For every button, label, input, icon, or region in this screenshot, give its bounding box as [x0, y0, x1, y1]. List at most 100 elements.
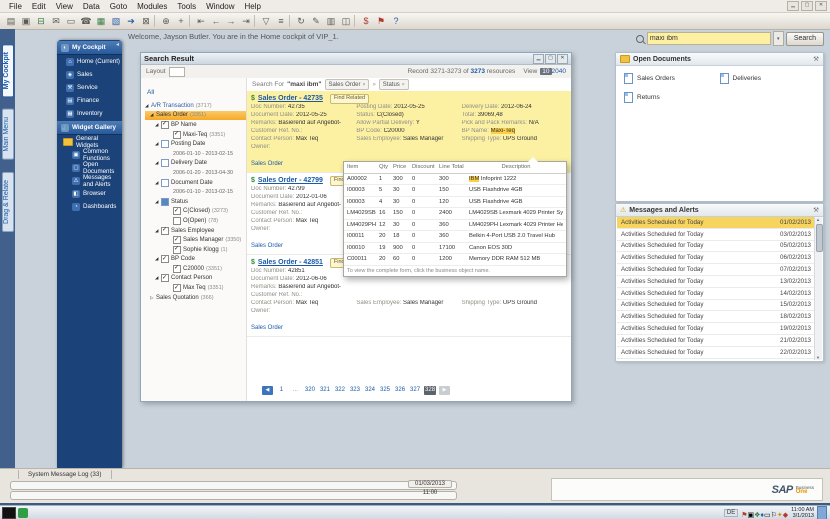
sidebar-item-finance[interactable]: ▤ Finance	[57, 94, 122, 107]
export-icon[interactable]: ⊟	[34, 15, 48, 28]
open-documents-header[interactable]: Open Documents ⚒	[616, 53, 823, 66]
add-icon[interactable]: +	[174, 15, 188, 28]
tree-row[interactable]: C(Closed) (3273)	[145, 207, 246, 217]
side-tab[interactable]: Main Menu	[1, 109, 14, 160]
search-input[interactable]	[646, 32, 771, 45]
alert-row[interactable]: Activities Scheduled for Today 01/02/201…	[617, 217, 815, 229]
journal-icon[interactable]: ▥	[324, 15, 338, 28]
popup-item-row[interactable]: I00003 5 30 0 150 USB Flashdrive 4GB	[344, 185, 566, 197]
search-dropdown-icon[interactable]: ▾	[772, 31, 784, 46]
sales-order-type-link[interactable]: Sales Order	[251, 161, 283, 167]
sidebar-item-common-functions[interactable]: ▣ Common Functions	[57, 148, 122, 162]
payment-icon[interactable]: $	[359, 15, 373, 28]
alert-row[interactable]: Activities Scheduled for Today 18/02/201…	[617, 311, 815, 324]
view-option[interactable]: 40	[559, 68, 566, 75]
alert-row[interactable]: Activities Scheduled for Today 06/02/201…	[617, 252, 815, 265]
tree-row[interactable]: Status	[145, 197, 246, 207]
popup-item-row[interactable]: LM4029PH 12 30 0 360 LM4029PH Lexmark 40…	[344, 220, 566, 231]
separator[interactable]	[254, 15, 258, 27]
chip-close-icon[interactable]: ×	[363, 82, 366, 88]
tray-alert-icon[interactable]: ◆	[783, 512, 788, 519]
tree-checkbox[interactable]	[173, 130, 181, 139]
split-view-icon[interactable]: ◫	[339, 15, 353, 28]
fax-icon[interactable]: ☎	[79, 15, 93, 28]
layout-toggle[interactable]	[168, 66, 185, 77]
close-icon[interactable]: ✕	[557, 53, 568, 64]
tree-checkbox[interactable]	[161, 226, 169, 235]
page-button[interactable]: 320	[304, 386, 316, 395]
menu-item[interactable]: Edit	[27, 2, 51, 11]
sidebar-item-inventory[interactable]: ▦ Inventory	[57, 107, 122, 120]
tree-row[interactable]: Contact Person	[145, 274, 246, 284]
side-tab[interactable]: Drag & Relate	[1, 171, 14, 232]
sales-order-type-link[interactable]: Sales Order	[251, 325, 283, 331]
sidebar-item-sales[interactable]: ◈ Sales	[57, 68, 122, 81]
launch-application-icon[interactable]: ➔	[124, 15, 138, 28]
email-icon[interactable]: ✉	[49, 15, 63, 28]
sales-order-link[interactable]: Sales Order - 42851	[258, 259, 323, 266]
separator[interactable]	[189, 15, 193, 27]
tree-row[interactable]: Maxi-Teq (3351)	[145, 130, 246, 140]
page-button[interactable]: 322	[334, 386, 346, 395]
side-tab[interactable]: My Cockpit	[1, 44, 14, 98]
page-button[interactable]: 328	[424, 386, 437, 395]
sidebar-collapse-icon[interactable]: ◂	[116, 41, 119, 48]
tree-row[interactable]: Sales Quotation (366)	[145, 293, 246, 303]
menu-item[interactable]: Goto	[105, 2, 132, 11]
sidebar-item-browser[interactable]: ◧ Browser	[57, 187, 122, 200]
view-option[interactable]: 10	[540, 68, 552, 75]
sidebar-item-home[interactable]: ⌂ Home (Current)	[57, 55, 122, 68]
tree-row[interactable]: 2006-01-10 - 2013-02-15	[145, 187, 246, 197]
tree-checkbox[interactable]	[173, 216, 181, 225]
menu-item[interactable]: Help	[240, 2, 266, 11]
scroll-up-icon[interactable]: ▲	[815, 217, 821, 222]
alert-row[interactable]: Activities Scheduled for Today 05/02/201…	[617, 241, 815, 253]
page-button[interactable]: 321	[319, 386, 331, 395]
alert-row[interactable]: Activities Scheduled for Today 03/02/201…	[617, 229, 815, 241]
sidebar-item-messages-alerts[interactable]: ⚠ Messages and Alerts	[57, 174, 122, 188]
alert-row[interactable]: Activities Scheduled for Today 14/02/201…	[617, 288, 815, 300]
first-record-icon[interactable]: ⇤	[194, 15, 208, 28]
restore-icon[interactable]: ▢	[801, 1, 813, 11]
tree-row[interactable]: Posting Date	[145, 139, 246, 149]
all-link[interactable]: All	[147, 89, 154, 96]
start-app-icon[interactable]	[18, 508, 28, 518]
sidebar-item-dashboards[interactable]: ◔ Dashboards	[57, 200, 122, 213]
menu-item[interactable]: View	[51, 2, 78, 11]
export-excel-icon[interactable]: ▦	[94, 15, 108, 28]
scroll-down-icon[interactable]: ▼	[815, 355, 821, 360]
alert-row[interactable]: Activities Scheduled for Today 15/02/201…	[617, 300, 815, 312]
find-icon[interactable]: ⊕	[159, 15, 173, 28]
lock-screen-icon[interactable]: ⊠	[139, 15, 153, 28]
last-record-icon[interactable]: ⇥	[239, 15, 253, 28]
menu-item[interactable]: Modules	[132, 2, 172, 11]
tree-row[interactable]: Sales Employee	[145, 226, 246, 236]
page-button[interactable]: ◀	[261, 386, 273, 395]
tree-checkbox[interactable]	[161, 120, 169, 129]
menu-item[interactable]: Data	[78, 2, 105, 11]
popup-item-row[interactable]: C00011 20 60 0 1200 Memory DDR RAM 512 M…	[344, 254, 566, 266]
tree-row[interactable]: C20000 (3351)	[145, 264, 246, 274]
tree-row[interactable]: Document Date	[145, 178, 246, 188]
tree-row[interactable]: Sales Manager (3350)	[145, 235, 246, 245]
alert-row[interactable]: Activities Scheduled for Today 25/02/201…	[617, 359, 815, 360]
separator[interactable]	[354, 15, 358, 27]
sidebar-header-my-cockpit[interactable]: ◐ My Cockpit	[57, 41, 122, 55]
sidebar-header-widget-gallery[interactable]: ⚓ Widget Gallery	[57, 121, 122, 135]
refresh-icon[interactable]: ↻	[294, 15, 308, 28]
separator[interactable]	[289, 15, 293, 27]
page-button[interactable]: 323	[349, 386, 361, 395]
open-doc-sales-orders[interactable]: Sales Orders	[624, 73, 720, 84]
edit-icon[interactable]: ✎	[309, 15, 323, 28]
sidebar-item-open-documents[interactable]: ▢ Open Documents	[57, 161, 122, 175]
export-word-icon[interactable]: ▧	[109, 15, 123, 28]
show-desktop-button[interactable]	[817, 506, 827, 519]
menu-item[interactable]: File	[4, 2, 27, 11]
page-button[interactable]: ▶	[439, 386, 451, 395]
messages-alerts-header[interactable]: ⚠ Messages and Alerts ⚒	[616, 204, 823, 217]
print-preview-icon[interactable]: ▤	[4, 15, 18, 28]
tree-row[interactable]: BP Code	[145, 255, 246, 265]
tree-row[interactable]: 2006-01-10 - 2013-02-15	[145, 149, 246, 159]
popup-item-row[interactable]: LM4029SB 16 150 0 2400 LM4029SB Lexmark …	[344, 208, 566, 220]
sales-order-type-link[interactable]: Sales Order	[251, 243, 283, 249]
